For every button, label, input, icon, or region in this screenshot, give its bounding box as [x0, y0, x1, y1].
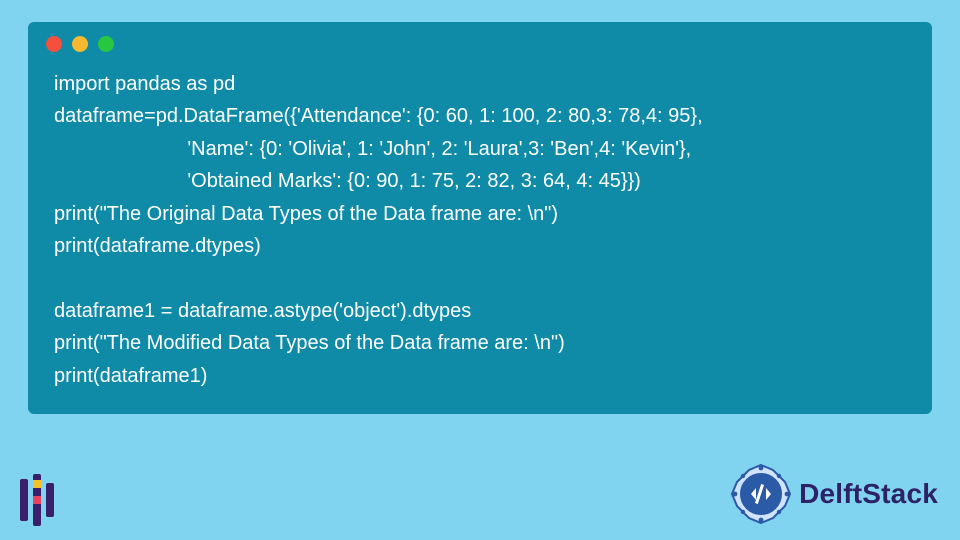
logo-bar-icon [46, 483, 54, 517]
code-line: dataframe=pd.DataFrame({'Attendance': {0… [54, 105, 703, 127]
logo-bar-icon [20, 479, 28, 521]
code-line: print("The Original Data Types of the Da… [54, 203, 558, 225]
delftstack-badge-icon [729, 462, 793, 526]
brand-mark-left [20, 474, 54, 526]
maximize-icon[interactable] [98, 36, 114, 52]
code-line: 'Name': {0: 'Olivia', 1: 'John', 2: 'Lau… [54, 138, 691, 160]
close-icon[interactable] [46, 36, 62, 52]
code-line: print(dataframe.dtypes) [54, 235, 261, 257]
code-line: print(dataframe1) [54, 365, 207, 387]
logo-bar-icon [33, 474, 41, 526]
code-line: 'Obtained Marks': {0: 90, 1: 75, 2: 82, … [54, 170, 641, 192]
brand-name: DelftStack [799, 478, 938, 510]
code-line: dataframe1 = dataframe.astype('object').… [54, 300, 471, 322]
brand-right: DelftStack [729, 462, 938, 526]
code-line: import pandas as pd [54, 73, 235, 95]
code-block: import pandas as pd dataframe=pd.DataFra… [28, 62, 932, 392]
minimize-icon[interactable] [72, 36, 88, 52]
window-titlebar [28, 22, 932, 62]
code-window: import pandas as pd dataframe=pd.DataFra… [28, 22, 932, 414]
code-line: print("The Modified Data Types of the Da… [54, 332, 565, 354]
